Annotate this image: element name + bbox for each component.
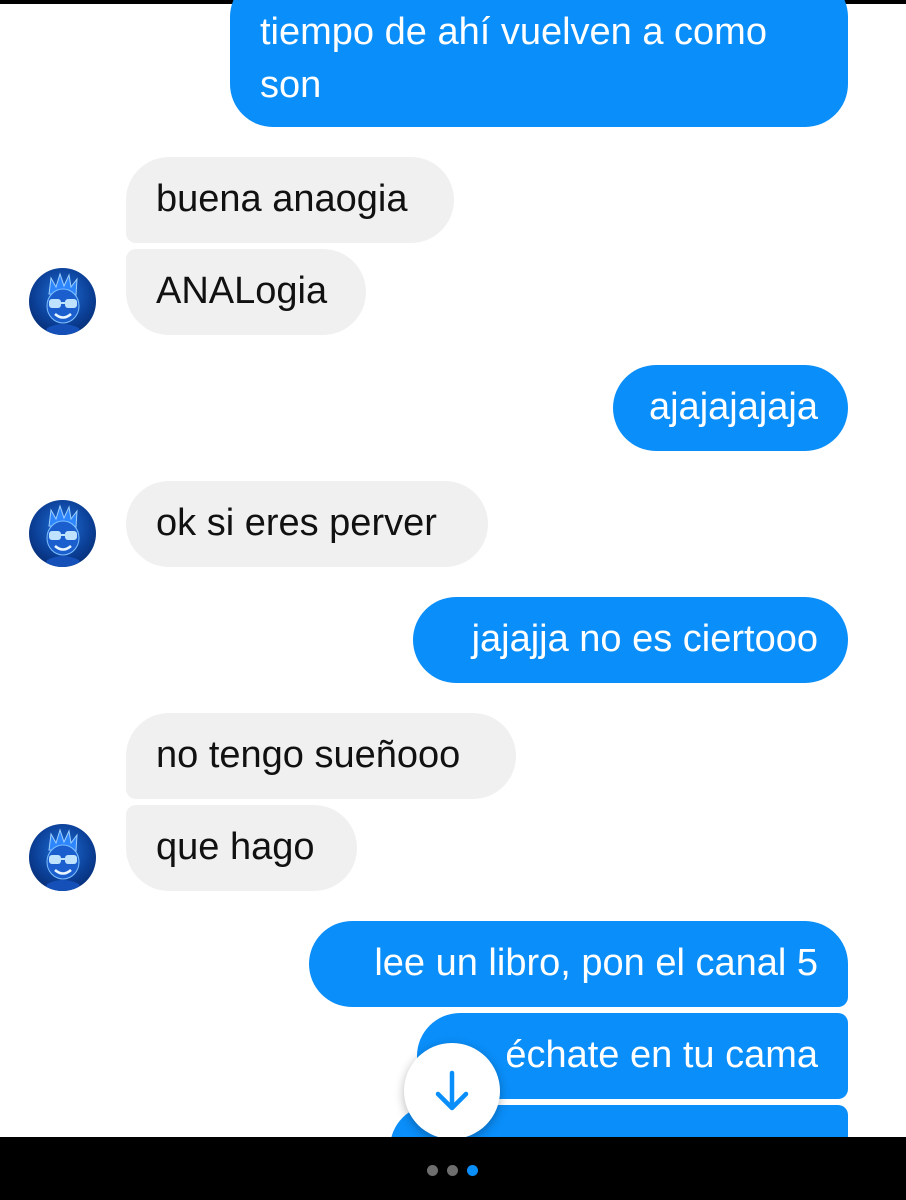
message-incoming[interactable]: ANALogia [126,249,366,335]
message-text: no tengo sueñooo [156,734,461,776]
contact-avatar[interactable] [29,500,96,567]
message-incoming[interactable]: ok si eres perver [126,481,488,567]
page-dot[interactable] [447,1165,458,1176]
message-incoming[interactable]: buena anaogia [126,157,454,243]
arrow-down-icon [435,1070,469,1111]
page-dot[interactable] [427,1165,438,1176]
message-incoming[interactable]: no tengo sueñooo [126,713,516,799]
message-text: ajajajajaja [648,386,818,428]
scroll-to-bottom-button[interactable] [404,1043,500,1137]
cartoon-boy-avatar-icon [45,828,81,891]
message-text: échate en tu cama [505,1034,818,1076]
page-dot-active[interactable] [467,1165,478,1176]
contact-avatar[interactable] [29,824,96,891]
message-text-line: tiempo de ahí vuelven a como [260,11,767,53]
contact-avatar[interactable] [29,268,96,335]
cartoon-boy-avatar-icon [45,272,81,335]
chat-thread[interactable]: tiempo de ahí vuelven a como son buena a… [0,0,906,1137]
message-outgoing[interactable]: ajajajajaja [613,365,848,451]
message-text: buena anaogia [156,178,408,220]
message-text: que hago [156,826,315,868]
message-text: ANALogia [156,270,328,312]
message-incoming[interactable]: que hago [126,805,357,891]
message-outgoing[interactable]: lee un libro, pon el canal 5 [309,921,848,1007]
message-outgoing[interactable]: tiempo de ahí vuelven a como son [230,0,848,127]
message-text: lee un libro, pon el canal 5 [374,942,818,984]
message-text: ok si eres perver [156,502,437,544]
message-text-line: son [260,64,322,106]
cartoon-boy-avatar-icon [45,504,81,567]
message-outgoing[interactable]: jajajja no es ciertooo [413,597,848,683]
message-text: jajajja no es ciertooo [471,618,818,660]
